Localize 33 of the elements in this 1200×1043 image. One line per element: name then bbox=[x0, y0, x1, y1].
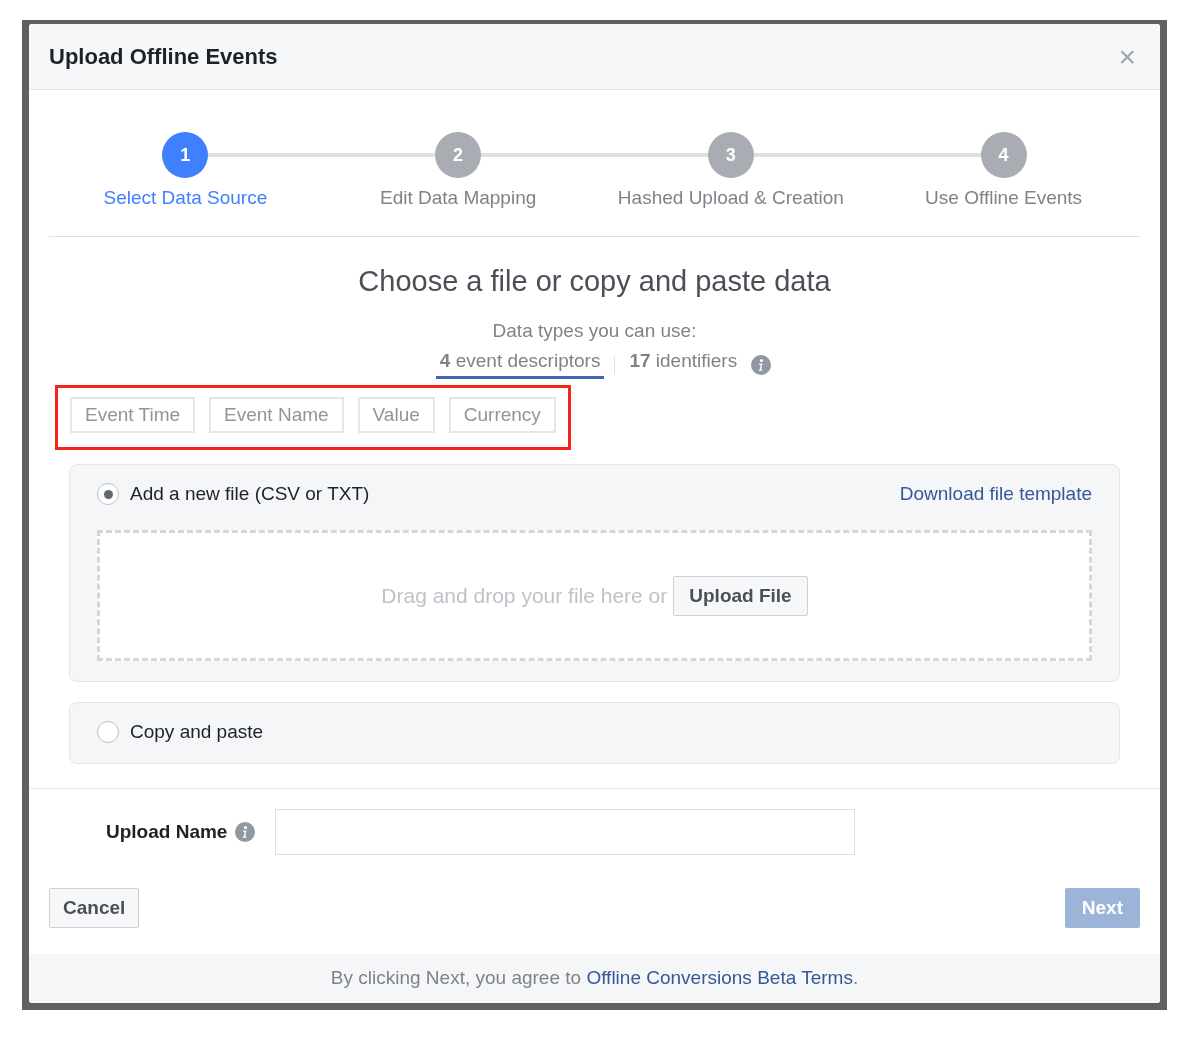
download-link[interactable]: Download file template bbox=[899, 483, 1092, 505]
step-label[interactable]: Edit Data Mapping bbox=[379, 187, 537, 209]
data-type-tab[interactable]: 17 identifiers bbox=[625, 350, 742, 379]
terms-link[interactable]: Offline Conversions Beta Terms bbox=[586, 967, 853, 988]
step-label[interactable]: Select Data Source bbox=[103, 187, 268, 209]
step-number: 2 bbox=[435, 132, 482, 178]
close-button[interactable]: × bbox=[1114, 41, 1140, 72]
descriptor-tag: Currency bbox=[448, 397, 556, 433]
step-number: 1 bbox=[162, 132, 209, 178]
cancel-button[interactable]: Cancel bbox=[49, 888, 140, 928]
section-heading: Choose a file or copy and paste data bbox=[357, 265, 832, 298]
option-label[interactable]: Copy and paste bbox=[130, 721, 264, 743]
drop-hint: Drag and drop your file here or bbox=[381, 583, 668, 608]
step-label[interactable]: Use Offline Events bbox=[925, 187, 1083, 209]
radio-button[interactable] bbox=[97, 721, 119, 743]
step-number: 3 bbox=[707, 132, 754, 178]
field-label: Upload Name bbox=[106, 821, 228, 843]
upload-button[interactable]: Upload File bbox=[673, 575, 808, 616]
dialog-title: Upload Offline Events bbox=[49, 43, 278, 70]
step-label[interactable]: Hashed Upload & Creation bbox=[617, 187, 844, 209]
data-types-label: Data types you can use: bbox=[491, 320, 698, 342]
descriptor-tag: Event Name bbox=[209, 397, 344, 433]
option-label[interactable]: Add a new file (CSV or TXT) bbox=[130, 483, 370, 505]
radio-button[interactable] bbox=[97, 483, 119, 505]
info-icon[interactable] bbox=[751, 354, 772, 375]
step-number: 4 bbox=[980, 132, 1027, 178]
data-type-tab[interactable]: 4 event descriptors bbox=[435, 350, 605, 379]
descriptor-tag: Event Time bbox=[70, 397, 196, 433]
info-icon[interactable] bbox=[235, 822, 256, 842]
terms-notice: By clicking Next, you agree to Offline Conversions Beta Terms. bbox=[330, 967, 859, 988]
upload-name-field[interactable] bbox=[275, 809, 856, 855]
drop-zone[interactable]: Drag and drop your file here or Upload File bbox=[97, 530, 1092, 661]
descriptor-tag: Value bbox=[357, 397, 435, 433]
